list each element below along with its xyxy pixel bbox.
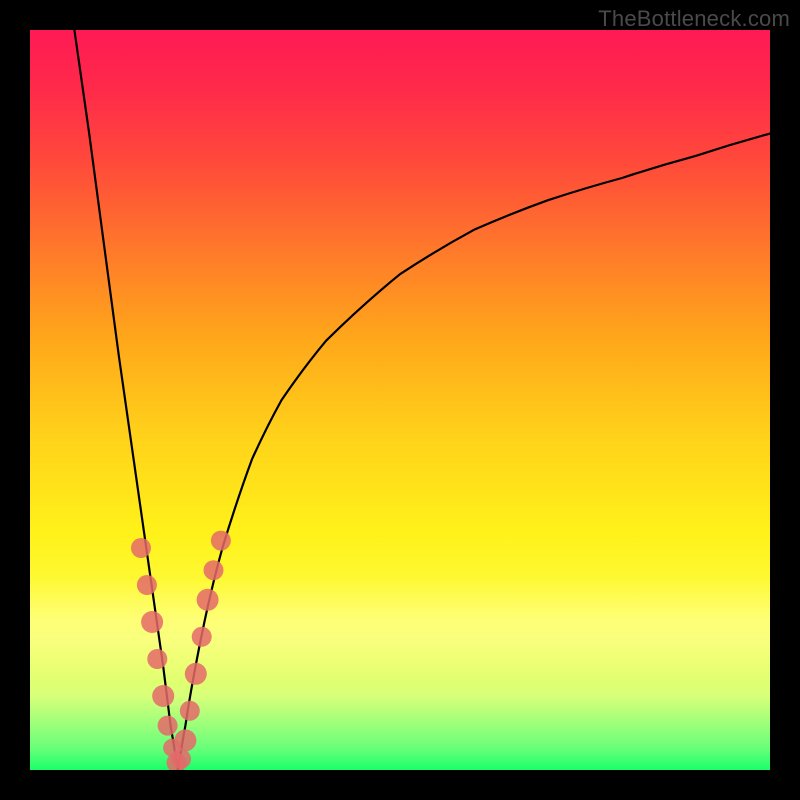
sample-point [141,611,163,633]
sample-points-group [131,531,231,770]
watermark-text: TheBottleneck.com [598,6,790,32]
sample-point [147,649,167,669]
sample-point [192,627,212,647]
sample-point [180,701,200,721]
sample-point [158,716,178,736]
sample-point [204,560,224,580]
sample-point [197,589,219,611]
sample-point [171,749,191,769]
sample-point [185,663,207,685]
sample-point [174,729,196,751]
chart-frame: TheBottleneck.com [0,0,800,800]
sample-point [137,575,157,595]
sample-point [167,753,187,770]
highlight-band [30,578,770,682]
sample-point [163,739,181,757]
sample-point [131,538,151,558]
bottleneck-curve [74,30,770,770]
sample-point [152,685,174,707]
sample-point [211,531,231,551]
curve-svg [30,30,770,770]
plot-area [30,30,770,770]
